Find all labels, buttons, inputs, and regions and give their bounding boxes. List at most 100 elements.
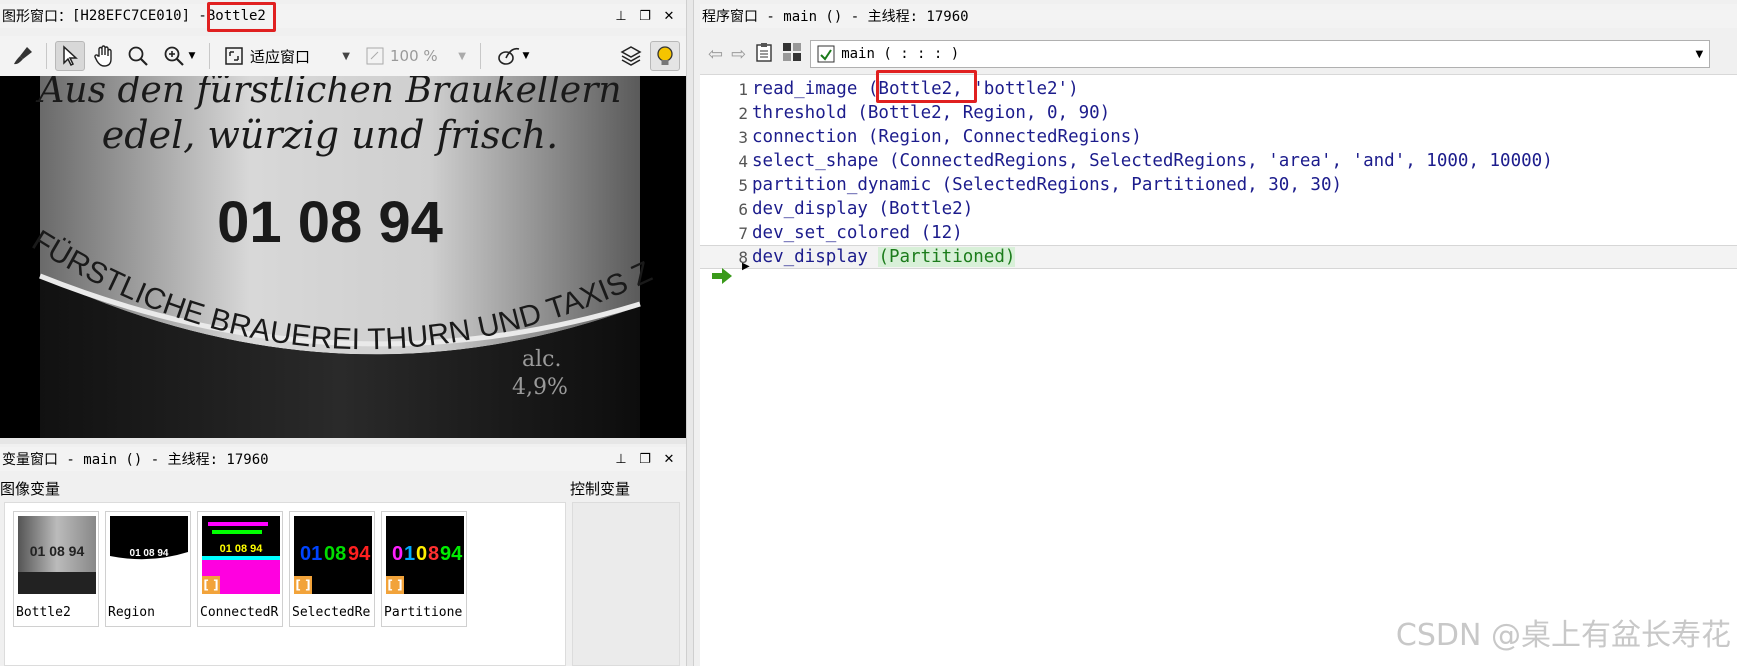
procedure-icon	[817, 45, 835, 63]
image-vars-panel: 01 08 94 Bottle2 01 08 94 Region 01 08 9…	[4, 502, 566, 666]
fit-window-label: 适应窗口	[250, 47, 311, 66]
zoom-combo[interactable]: 100 % ▼	[360, 42, 472, 70]
svg-text:94: 94	[440, 543, 463, 565]
region-badge-icon: [ ]	[386, 576, 404, 594]
close-icon[interactable]: ✕	[660, 7, 678, 25]
svg-text:0: 0	[416, 543, 427, 565]
pointer-icon[interactable]	[55, 41, 85, 71]
thumb-caption: SelectedRe	[292, 605, 371, 620]
image-vars-label: 图像变量	[0, 480, 61, 498]
variable-window-title: 变量窗口 - main () - 主线程: 17960 ⊥ ❐ ✕	[0, 447, 686, 471]
pin-icon[interactable]: ⊥	[612, 7, 630, 25]
code-line-3[interactable]: 3 connection (Region, ConnectedRegions)	[700, 125, 1142, 149]
graphics-title-id: [H28EFC7CE010] -	[72, 8, 207, 24]
graphics-toolbar: ▼ 适应窗口 ▼ 100 % ▼ ▼	[0, 36, 686, 76]
svg-text:01 08 94: 01 08 94	[130, 548, 169, 559]
zoom-in-icon[interactable]: ▼	[157, 41, 201, 71]
graphics-window-title: 图形窗口： [H28EFC7CE010] - Bottle2 ⊥ ❐ ✕	[0, 4, 686, 28]
float-icon[interactable]: ❐	[636, 7, 654, 25]
thumb-connected[interactable]: 01 08 94 [ ] ConnectedR	[197, 511, 283, 627]
pin-icon[interactable]: ⊥	[612, 450, 630, 468]
variable-window-title-text: 变量窗口 - main () - 主线程: 17960	[2, 452, 269, 468]
clear-brush-icon[interactable]	[8, 41, 38, 71]
code-line-7[interactable]: 7 dev_set_colored (12)	[700, 221, 963, 245]
pan-hand-icon[interactable]	[89, 41, 119, 71]
fit-window-combo[interactable]: 适应窗口 ▼	[218, 42, 356, 70]
chevron-down-icon[interactable]: ▼	[523, 51, 530, 61]
svg-text:01 08 94: 01 08 94	[220, 543, 264, 555]
region-badge-icon: [ ]	[294, 576, 312, 594]
procedure-select[interactable]: main ( : : : ) ▼	[810, 40, 1711, 68]
region-badge-icon: [ ]	[202, 576, 220, 594]
float-icon[interactable]: ❐	[636, 450, 654, 468]
title-highlight-box	[207, 2, 276, 32]
svg-text:94: 94	[348, 543, 371, 565]
code-line-8[interactable]: 8 dev_display (Partitioned)	[700, 245, 1737, 269]
label-line1: Aus den fürstlichen Braukellern	[35, 76, 621, 111]
thumb-bottle2[interactable]: 01 08 94 Bottle2	[13, 511, 99, 627]
zoom-level-icon	[366, 47, 384, 65]
graphics-canvas[interactable]: Aus den fürstlichen Braukellern edel, wü…	[0, 76, 686, 438]
svg-text:8: 8	[428, 543, 439, 565]
thumb-caption: Partitione	[384, 605, 463, 620]
code-line-2[interactable]: 2 threshold (Bottle2, Region, 0, 90)	[700, 101, 1110, 125]
draw-shape-icon[interactable]: ▼	[489, 41, 537, 71]
line-number: 2	[738, 103, 748, 123]
close-icon[interactable]: ✕	[660, 450, 678, 468]
label-alc: alc.	[522, 347, 561, 372]
procedure-name: main ( : : : )	[841, 46, 960, 62]
control-vars-label: 控制变量	[570, 480, 631, 498]
grid-view-icon[interactable]	[782, 42, 802, 66]
control-vars-panel	[572, 502, 680, 666]
forward-arrow-icon[interactable]: ⇨	[731, 44, 746, 65]
insert-cursor-icon: ▶	[742, 261, 750, 272]
code-text: select_shape (ConnectedRegions, Selected…	[752, 151, 1553, 171]
code-text: dev_display	[752, 247, 879, 267]
line-number: 5	[738, 175, 748, 195]
code-text: connection (Region, ConnectedRegions)	[752, 127, 1142, 147]
chevron-down-icon: ▼	[1695, 48, 1704, 60]
code-text: threshold (Bottle2, Region, 0, 90)	[752, 103, 1111, 123]
bottle-image: Aus den fürstlichen Braukellern edel, wü…	[0, 76, 657, 438]
clipboard-icon[interactable]	[754, 42, 774, 66]
code-text: dev_set_colored (12)	[752, 223, 963, 243]
thumb-caption: ConnectedR	[200, 605, 279, 620]
line-number: 3	[738, 127, 748, 147]
back-arrow-icon[interactable]: ⇦	[708, 44, 723, 65]
svg-text:0: 0	[392, 543, 403, 565]
code-line-6[interactable]: 6 dev_display (Bottle2)	[700, 197, 973, 221]
program-counter-arrow-icon	[710, 267, 734, 289]
thumb-selected[interactable]: 01 08 94 [ ] SelectedRe	[289, 511, 375, 627]
line-number: 7	[738, 223, 748, 243]
magnifier-icon[interactable]	[123, 41, 153, 71]
thumb-image: 01 08 94	[18, 516, 96, 594]
svg-text:08: 08	[324, 543, 346, 565]
svg-text:01: 01	[300, 543, 322, 565]
code-line-5[interactable]: 5 partition_dynamic (SelectedRegions, Par…	[700, 173, 1342, 197]
line-number: 1	[738, 79, 748, 99]
layers-icon[interactable]	[616, 41, 646, 71]
chevron-down-icon: ▼	[458, 50, 466, 62]
thumb-caption: Bottle2	[16, 605, 71, 620]
fit-window-icon	[225, 47, 243, 65]
code-highlight-box	[876, 70, 977, 103]
thumb-caption: Region	[108, 605, 155, 620]
chevron-down-icon: ▼	[342, 50, 350, 62]
zoom-value: 100 %	[390, 47, 438, 65]
horizontal-splitter[interactable]	[0, 438, 686, 444]
line-number: 4	[738, 151, 748, 171]
label-number: 01 08 94	[217, 190, 443, 255]
thumb-region[interactable]: 01 08 94 Region	[105, 511, 191, 627]
paren-match-highlight: (Partitioned)	[878, 247, 1016, 267]
code-editor[interactable]: 1 read_image (Bottle2, 'bottle2') 2 thresh…	[700, 74, 1737, 666]
thumb-partitioned[interactable]: 0 1 0 8 94 [ ] Partitione	[381, 511, 467, 627]
chevron-down-icon[interactable]: ▼	[189, 51, 196, 61]
label-percent: 4,9%	[512, 375, 568, 400]
svg-text:01 08 94: 01 08 94	[30, 543, 85, 559]
code-line-4[interactable]: 4 select_shape (ConnectedRegions, Selecte…	[700, 149, 1553, 173]
lightbulb-icon[interactable]	[650, 41, 680, 71]
code-text: dev_display (Bottle2)	[752, 199, 974, 219]
vertical-splitter[interactable]	[686, 0, 694, 666]
program-window-title: 程序窗口 - main () - 主线程: 17960	[700, 4, 1737, 28]
thumb-image: 01 08 94	[110, 516, 188, 594]
